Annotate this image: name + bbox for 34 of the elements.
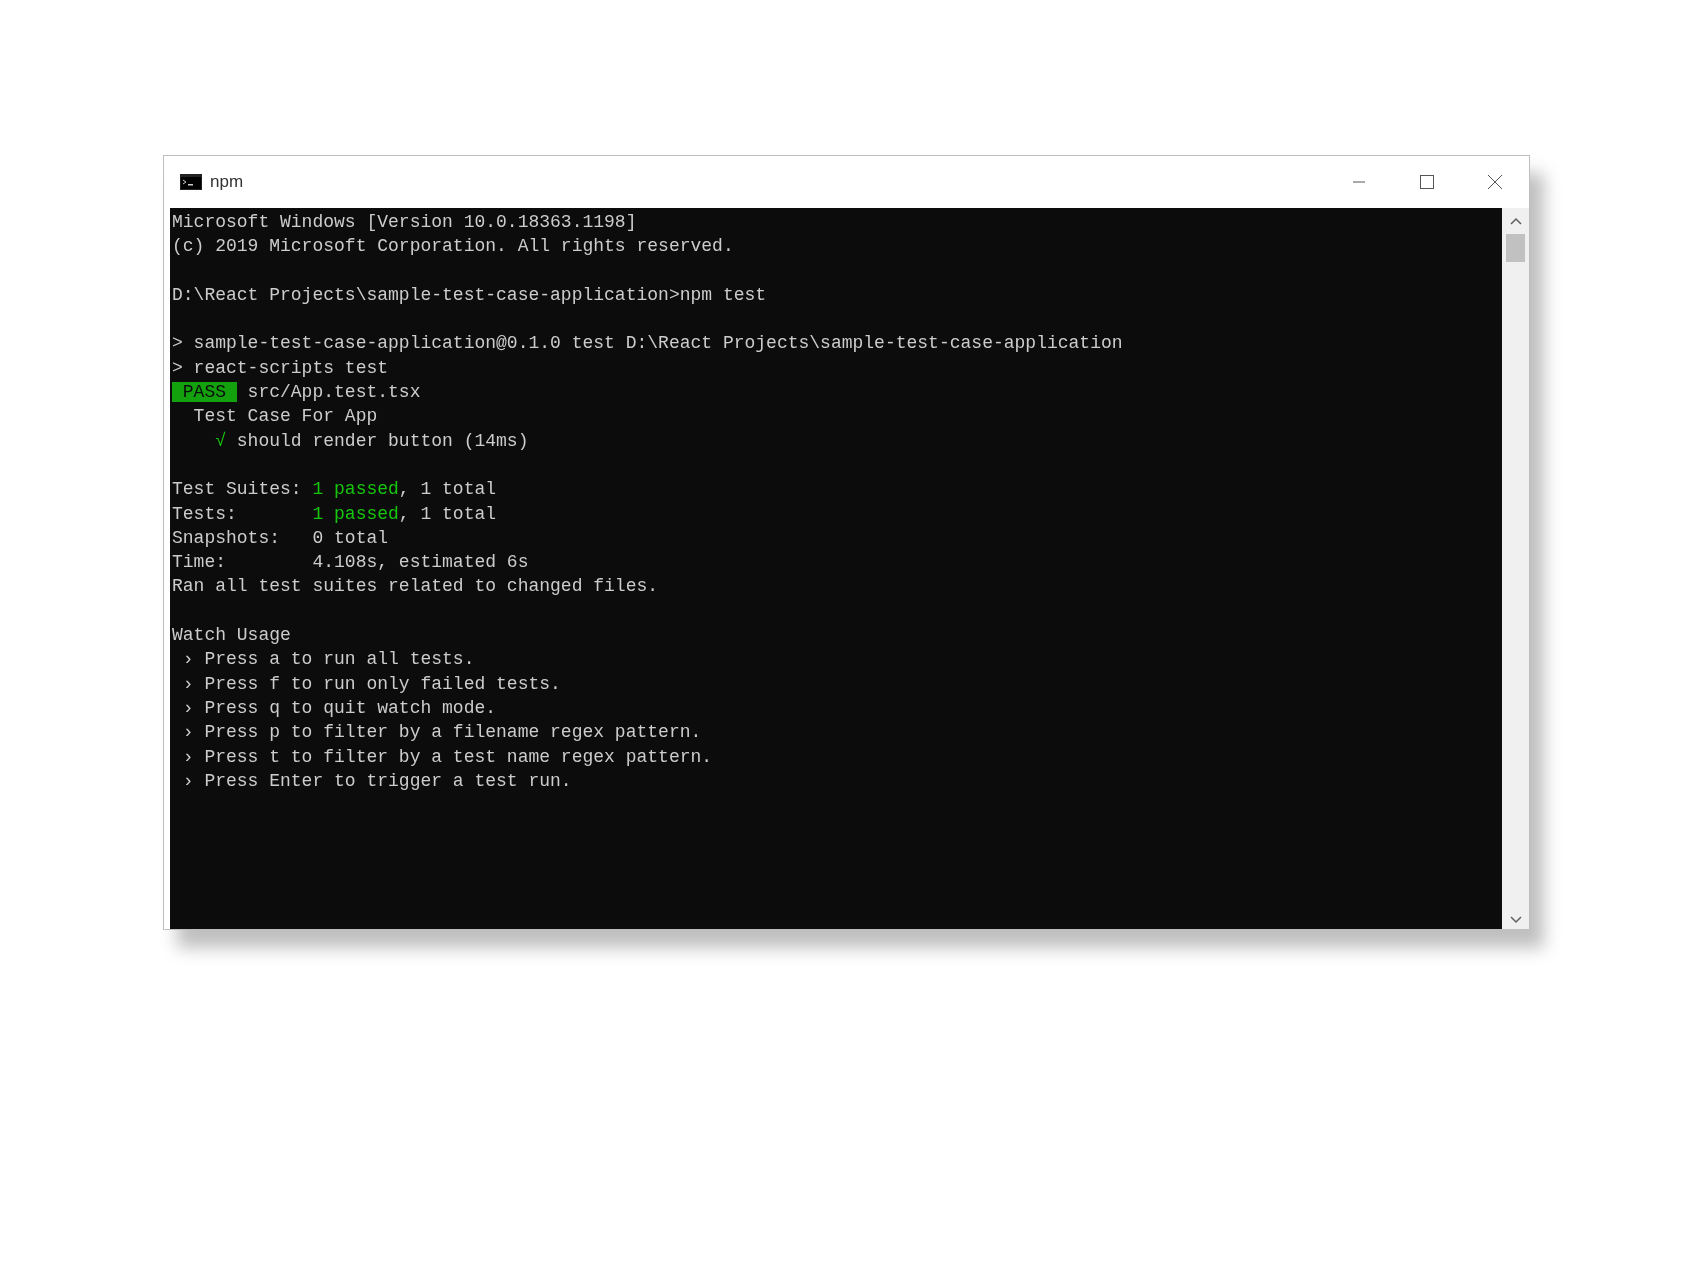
terminal-text: Microsoft Windows [Version 10.0.18363.1198] <box>172 212 637 232</box>
terminal-text: > react-scripts test <box>172 357 389 378</box>
terminal-text: › Press q to quit watch mode. <box>181 697 497 718</box>
terminal-text: Tests: <box>172 503 238 524</box>
terminal-text: Time: 4.108s, estimated 6s <box>172 552 529 573</box>
terminal-text: › Press f to run only failed tests. <box>181 673 561 694</box>
pass-badge: PASS <box>172 382 237 403</box>
terminal-text: , 1 total <box>398 479 497 500</box>
terminal-text: › Press a to run all tests. <box>181 649 475 670</box>
terminal-text: Test Suites: <box>172 479 303 500</box>
terminal-text: D:\React Projects\sample-test-case-application>npm test <box>172 284 767 305</box>
terminal-text: > sample-test-case-application@0.1.0 test D:\React Projects\sample-test-case-application <box>172 333 1123 354</box>
success-text: 1 passed <box>312 479 399 500</box>
terminal-text: (c) 2019 Microsoft Corporation. All rights reserved. <box>172 236 734 257</box>
terminal-text: Snapshots: 0 total <box>172 527 389 548</box>
terminal-text: Watch Usage <box>172 625 291 646</box>
terminal-icon <box>180 174 202 190</box>
terminal-text: › Press p to filter by a filename regex pattern. <box>181 722 702 743</box>
window-title: npm <box>210 171 244 194</box>
terminal-text: , 1 total <box>398 503 497 524</box>
terminal-text: src/App.test.tsx <box>246 382 421 403</box>
scroll-down-icon[interactable] <box>1509 915 1522 925</box>
success-text: √ <box>215 430 226 451</box>
scrollbar[interactable] <box>1502 208 1529 929</box>
scrollbar-thumb[interactable] <box>1506 234 1525 262</box>
terminal-text: Test Case For App <box>192 406 378 427</box>
success-text: 1 passed <box>312 503 399 524</box>
close-icon <box>1487 174 1503 190</box>
terminal-text: › Press t to filter by a test name regex pattern. <box>181 746 713 767</box>
scroll-up-icon[interactable] <box>1509 216 1522 226</box>
terminal-text: › Press Enter to trigger a test run. <box>181 770 572 791</box>
terminal-text: Ran all test suites related to changed files. <box>172 576 659 597</box>
maximize-icon <box>1419 174 1435 190</box>
terminal-text: should render button (14ms) <box>235 430 529 451</box>
